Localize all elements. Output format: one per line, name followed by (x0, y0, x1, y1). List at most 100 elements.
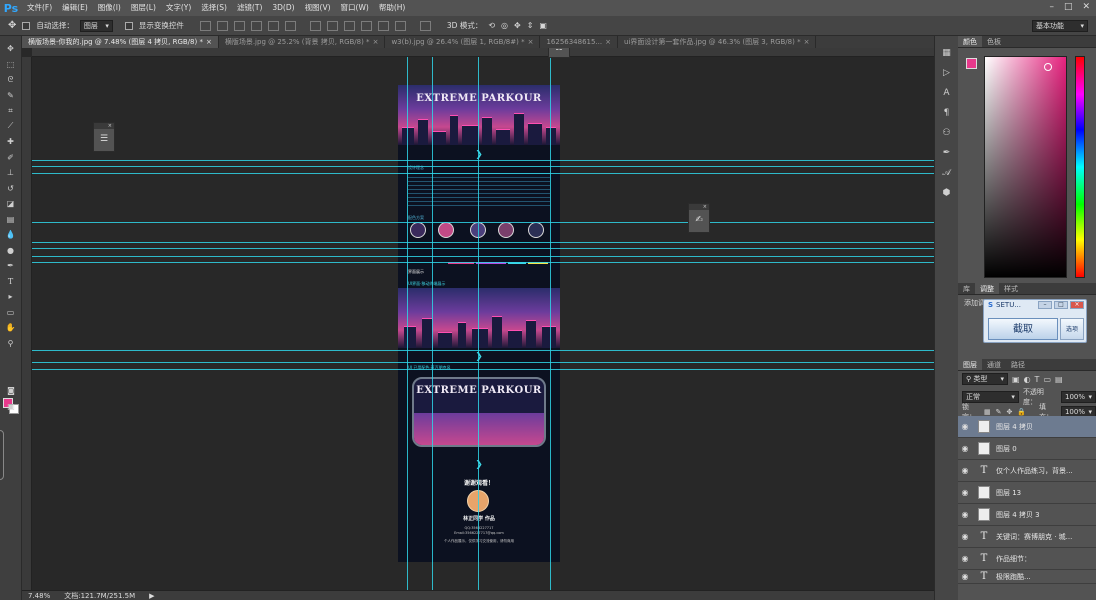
horizontal-guide[interactable] (32, 166, 934, 167)
tab-channels[interactable]: 通道 (982, 359, 1006, 370)
show-transform-checkbox[interactable] (124, 21, 133, 30)
filter-smart-icon[interactable]: ▤ (1055, 375, 1063, 384)
3d-pan-icon[interactable]: ✥ (514, 21, 521, 30)
menu-view[interactable]: 视图(V) (300, 0, 336, 16)
color-picker-cursor[interactable] (1044, 63, 1052, 71)
lasso-tool-icon[interactable]: ᘓ (3, 73, 19, 86)
lock-pixels-icon[interactable]: ✎ (996, 408, 1002, 416)
minimize-button[interactable]: – (1038, 301, 1052, 309)
healing-brush-tool-icon[interactable]: ✚ (3, 135, 19, 148)
desktop-edge-widget[interactable] (0, 430, 4, 480)
minimize-button[interactable]: – (1049, 2, 1054, 12)
quick-select-tool-icon[interactable]: ✎ (3, 89, 19, 102)
align-top-icon[interactable] (199, 20, 211, 31)
filter-text-icon[interactable]: T (1035, 375, 1040, 384)
auto-select-dropdown[interactable]: 图层 (79, 19, 113, 32)
horizontal-guide[interactable] (32, 173, 934, 174)
tab-layers[interactable]: 图层 (958, 359, 982, 370)
tab-document-3[interactable]: w3(b).jpg @ 26.4% (图层 1, RGB/8#) * × (385, 36, 541, 48)
glyphs-icon[interactable]: 𝒜 (940, 166, 954, 180)
tab-color[interactable]: 颜色 (958, 36, 982, 47)
tab-swatches[interactable]: 色板 (982, 36, 1006, 47)
layer-row[interactable]: ◉ 图层 4 拷贝 3 (958, 504, 1096, 526)
quick-mask-icon[interactable]: ◙ (3, 384, 19, 397)
paragraph-icon[interactable]: ¶ (940, 106, 954, 120)
vertical-guide[interactable] (550, 57, 551, 590)
screen-mode-icon[interactable]: ▣ (3, 400, 19, 413)
tab-adjustments[interactable]: 调整 (975, 283, 999, 294)
horizontal-guide[interactable] (32, 362, 934, 363)
maximize-button[interactable]: □ (1064, 2, 1073, 12)
layer-row[interactable]: ◉ 图层 4 拷贝 (958, 416, 1096, 438)
close-icon[interactable]: × (206, 38, 212, 46)
menu-select[interactable]: 选择(S) (196, 0, 232, 16)
brush-tool-icon[interactable]: ✐ (3, 151, 19, 164)
maximize-button[interactable]: □ (1054, 301, 1068, 309)
vertical-guide[interactable] (432, 57, 433, 590)
eraser-tool-icon[interactable]: ◪ (3, 197, 19, 210)
hand-tool-icon[interactable]: ✋ (3, 321, 19, 334)
status-menu-arrow-icon[interactable]: ▶ (149, 592, 154, 600)
auto-select-checkbox[interactable] (22, 21, 31, 30)
actions-icon[interactable]: ▷ (940, 66, 954, 80)
tab-document-5[interactable]: ui界面设计第一套作品.jpg @ 46.3% (图层 3, RGB/8) * × (618, 36, 817, 48)
close-icon[interactable]: × (605, 38, 611, 46)
path-select-tool-icon[interactable]: ▸ (3, 290, 19, 303)
marquee-tool-icon[interactable]: ⬚ (3, 58, 19, 71)
horizontal-ruler[interactable] (32, 48, 934, 57)
blur-tool-icon[interactable]: 💧 (3, 228, 19, 241)
tab-libraries[interactable]: 库 (958, 283, 975, 294)
eye-icon[interactable]: ◉ (958, 532, 972, 541)
distribute-right-icon[interactable] (394, 20, 406, 31)
eye-icon[interactable]: ◉ (958, 554, 972, 563)
zoom-level[interactable]: 7.48% (28, 592, 50, 600)
align-hcenter-icon[interactable] (267, 20, 279, 31)
menu-edit[interactable]: 编辑(E) (57, 0, 93, 16)
layer-kind-filter[interactable]: ⚲ 类型 (962, 373, 1008, 385)
horizontal-guide[interactable] (32, 262, 934, 263)
zoom-tool-icon[interactable]: ⚲ (3, 337, 19, 350)
vertical-ruler[interactable] (22, 57, 32, 590)
brush-presets-icon[interactable]: ✒ (940, 146, 954, 160)
clone-source-icon[interactable]: ⚇ (940, 126, 954, 140)
eye-icon[interactable]: ◉ (958, 572, 972, 581)
pen-tool-icon[interactable]: ✒ (3, 259, 19, 272)
distribute-left-icon[interactable] (360, 20, 372, 31)
layer-row[interactable]: ◉ 图层 13 (958, 482, 1096, 504)
document-canvas[interactable]: EXTREME PARKOUR ❯ 设计理念 配色方案 (398, 85, 560, 562)
3d-rotate-icon[interactable]: ⟲ (488, 21, 495, 30)
auto-align-icon[interactable] (419, 20, 431, 31)
filter-adjust-icon[interactable]: ◐ (1024, 375, 1031, 384)
align-bottom-icon[interactable] (233, 20, 245, 31)
eye-icon[interactable]: ◉ (958, 488, 972, 497)
properties-icon[interactable]: ☷ (549, 48, 569, 59)
move-tool-icon[interactable]: ✥ (8, 20, 16, 31)
menu-type[interactable]: 文字(Y) (161, 0, 196, 16)
crop-tool-icon[interactable]: ⌗ (3, 104, 19, 117)
hue-slider[interactable] (1075, 56, 1085, 278)
canvas-workspace[interactable]: EXTREME PARKOUR ❯ 设计理念 配色方案 (22, 48, 934, 590)
type-tool-icon[interactable]: T (3, 275, 19, 288)
floating-tool-panel[interactable]: × ✍ (688, 203, 710, 233)
layer-row[interactable]: ◉ 图层 0 (958, 438, 1096, 460)
tab-document-1[interactable]: 横版场景-你我的.jpg @ 7.48% (图层 4 拷贝, RGB/8) * × (22, 36, 219, 48)
layer-row[interactable]: ◉ T 关键词：赛博朋克 · 城... (958, 526, 1096, 548)
close-icon[interactable]: × (804, 38, 810, 46)
horizontal-guide[interactable] (32, 222, 934, 223)
lock-all-icon[interactable]: 🔒 (1017, 408, 1026, 416)
capture-button[interactable]: 截取 (988, 318, 1058, 340)
align-right-icon[interactable] (284, 20, 296, 31)
align-vcenter-icon[interactable] (216, 20, 228, 31)
menu-3d[interactable]: 3D(D) (267, 0, 299, 16)
lock-position-icon[interactable]: ✥ (1006, 408, 1012, 416)
character-icon[interactable]: A (940, 86, 954, 100)
distribute-hcenter-icon[interactable] (377, 20, 389, 31)
horizontal-guide[interactable] (32, 160, 934, 161)
3d-roll-icon[interactable]: ◎ (501, 21, 508, 30)
gradient-tool-icon[interactable]: ▤ (3, 213, 19, 226)
sliders-icon[interactable]: ☰ (94, 129, 114, 149)
color-picker-field[interactable] (984, 56, 1067, 278)
horizontal-guide[interactable] (32, 369, 934, 370)
floating-props-panel[interactable]: ☷ (548, 48, 570, 58)
vertical-guide[interactable] (478, 57, 479, 590)
